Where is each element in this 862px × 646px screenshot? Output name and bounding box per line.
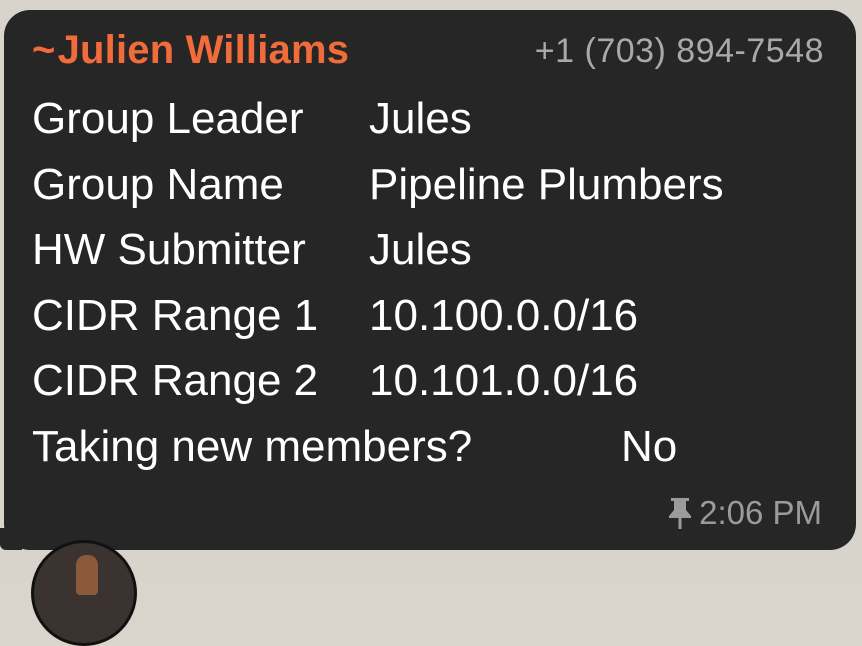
field-value: Jules	[369, 225, 472, 274]
bubble-tail	[0, 528, 22, 550]
field-row: Group Leader Jules	[32, 90, 832, 156]
message-timestamp: 2:06 PM	[667, 494, 822, 532]
field-row: CIDR Range 1 10.100.0.0/16	[32, 287, 832, 353]
sender-header: ~Julien Williams +1 (703) 894-7548	[32, 28, 824, 78]
field-label: HW Submitter	[32, 225, 306, 274]
field-value: Jules	[369, 94, 472, 143]
field-label: Group Name	[32, 159, 284, 209]
field-value: 10.101.0.0/16	[369, 356, 639, 405]
field-row: CIDR Range 2 10.101.0.0/16	[32, 352, 832, 418]
field-label: Group Leader	[32, 94, 304, 143]
sender-phone[interactable]: +1 (703) 894-7548	[535, 32, 824, 71]
avatar-image	[76, 555, 98, 595]
sender-name-text: Julien Williams	[57, 28, 350, 72]
field-value: Pipeline Plumbers	[369, 159, 724, 209]
field-label: CIDR Range 2	[32, 356, 319, 405]
field-row: Taking new members? No	[32, 418, 832, 484]
field-label: Taking new members?	[32, 421, 473, 471]
sender-prefix: ~	[32, 28, 56, 72]
field-row: Group Name Pipeline Plumbers	[32, 156, 832, 222]
message-time: 2:06 PM	[699, 494, 822, 531]
sender-name[interactable]: ~Julien Williams	[32, 28, 349, 73]
avatar[interactable]	[31, 540, 137, 646]
field-label: CIDR Range 1	[32, 290, 319, 340]
pin-icon	[669, 498, 692, 529]
field-value: 10.100.0.0/16	[369, 290, 639, 340]
field-row: HW Submitter Jules	[32, 221, 832, 287]
message-bubble[interactable]: ~Julien Williams +1 (703) 894-7548 Group…	[0, 10, 856, 550]
field-value: No	[621, 421, 678, 471]
message-body: Group Leader Jules Group Name Pipeline P…	[32, 90, 832, 483]
